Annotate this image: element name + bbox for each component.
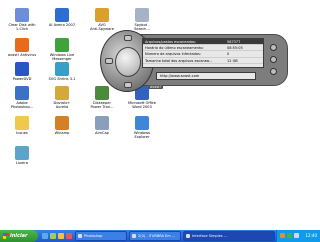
- desktop-icon-label: Microsoft Office Word 2003: [128, 101, 156, 110]
- stat-label: Arquivos/pastas escaneados:: [145, 40, 196, 44]
- stat-label: Horário do último escaneamento:: [145, 46, 204, 51]
- photoshop-icon: [78, 234, 82, 238]
- desktop-icon[interactable]: Adobe Photoshop...: [2, 86, 42, 109]
- avast-minimize-button[interactable]: [270, 44, 277, 51]
- app-icon: [55, 86, 69, 100]
- desktop-quicklaunch-icon[interactable]: [50, 233, 56, 239]
- stat-row: Tamanho total dos arquivos escanea... 12…: [143, 58, 263, 64]
- dvd-icon: [15, 62, 29, 76]
- avast-url-link[interactable]: http://www.avast.com: [156, 72, 256, 80]
- avast-widget[interactable]: avast! Arquivos/pastas escaneados: 58737…: [100, 30, 288, 92]
- folder-icon: [15, 116, 29, 130]
- desktop-icon-label: Windows Live Messenger: [49, 53, 75, 62]
- desktop-icon-label: PowerDVD: [12, 77, 32, 81]
- stat-value: 0: [227, 52, 230, 57]
- messenger-tray-icon[interactable]: [287, 233, 292, 238]
- photoshop-icon: [15, 86, 29, 100]
- task-label: Photoshop: [84, 234, 103, 238]
- dial-up-button[interactable]: [124, 35, 132, 41]
- desktop-icon-label: SVG Shrink 3.1: [48, 77, 76, 81]
- volume-tray-icon[interactable]: [294, 233, 299, 238]
- windows-logo-icon: [3, 233, 9, 239]
- stat-value: 12 GB: [227, 58, 238, 63]
- svg-icon: [55, 62, 69, 76]
- desktop-icon[interactable]: SVG Shrink 3.1: [42, 62, 82, 81]
- browser-icon: [132, 234, 136, 238]
- desktop-icon[interactable]: Windows Explorer: [122, 116, 162, 139]
- winamp-icon: [55, 116, 69, 130]
- desktop-icon[interactable]: PowerDVD: [2, 62, 42, 81]
- desktop-icon-label: Icones: [16, 131, 28, 135]
- avast-close-button[interactable]: [270, 68, 277, 75]
- taskbar-item-browser[interactable]: 2(0) - ITURBRA Em ...: [129, 231, 181, 241]
- avast-settings-button[interactable]: [270, 56, 277, 63]
- stat-value: 08:55:05: [227, 46, 243, 51]
- desktop-icon[interactable]: AimCap: [82, 116, 122, 135]
- taskbar-item-photoshop[interactable]: Photoshop: [75, 231, 127, 241]
- start-label: iniciar: [10, 233, 28, 239]
- stat-value: 587377: [227, 40, 241, 44]
- stat-label: Tamanho total dos arquivos escanea...: [145, 58, 213, 63]
- clear-disk-icon: [15, 8, 29, 22]
- avast-brand-label: avast!: [148, 85, 163, 89]
- avast-icon: [15, 38, 29, 52]
- app-icon: [55, 8, 69, 22]
- desktop-icon-label: Winamp: [54, 131, 70, 135]
- desktop-icon[interactable]: AVG Anti-Spyware: [82, 8, 122, 31]
- desktop-icon-label: Lixeira: [16, 161, 28, 165]
- task-label: Interface Simples ...: [192, 234, 228, 238]
- desktop-icon-label: Adobe Photoshop...: [10, 101, 34, 110]
- avast-tray-icon[interactable]: [280, 233, 285, 238]
- desktop-icon[interactable]: Lixeira: [2, 146, 42, 165]
- dial-left-button[interactable]: [105, 58, 113, 64]
- desktop-icon-label: Windows Explorer: [133, 131, 151, 140]
- desktop-icon[interactable]: Dovrolo+ Aurelia: [42, 86, 82, 109]
- avast-stats-panel: Arquivos/pastas escaneados: 587377 Horár…: [142, 38, 264, 68]
- folder-icon: [186, 234, 190, 238]
- desktop-icon[interactable]: AI Aveiro 2007: [42, 8, 82, 27]
- desktop-icon[interactable]: Windows Live Messenger: [42, 38, 82, 61]
- desktop-icon[interactable]: Icones: [2, 116, 42, 135]
- desktop-icon-label: Diskeeper Power Tran...: [90, 101, 114, 110]
- desktop-icon[interactable]: Clear Disk with 1-Click: [2, 8, 42, 31]
- desktop-icon[interactable]: Spybot - Search...: [122, 8, 162, 31]
- system-tray: 12:40: [276, 230, 320, 242]
- taskbar: iniciar Photoshop 2(0) - ITURBRA Em ... …: [0, 230, 320, 242]
- desktop-icon-label: avast! Antivirus: [7, 53, 37, 57]
- ie-quicklaunch-icon[interactable]: [42, 233, 48, 239]
- task-label: 2(0) - ITURBRA Em ...: [138, 234, 176, 238]
- desktop-icon[interactable]: avast! Antivirus: [2, 38, 42, 57]
- avg-icon: [95, 8, 109, 22]
- taskbar-item-interface[interactable]: Interface Simples ...: [183, 231, 275, 241]
- dial-down-button[interactable]: [124, 82, 132, 88]
- media-quicklaunch-icon[interactable]: [58, 233, 64, 239]
- app-quicklaunch-icon[interactable]: [66, 233, 72, 239]
- desktop-icon-label: AI Aveiro 2007: [48, 23, 76, 27]
- recycle-bin-icon: [15, 146, 29, 160]
- desktop-icon-label: AimCap: [95, 131, 109, 135]
- spybot-icon: [135, 8, 149, 22]
- stat-label: Número de arquivos infectados:: [145, 52, 201, 57]
- desktop-icon-label: Clear Disk with 1-Click: [8, 23, 36, 32]
- dial-center-button[interactable]: [115, 47, 141, 77]
- clock: 12:40: [305, 233, 317, 238]
- explorer-icon: [135, 116, 149, 130]
- start-button[interactable]: iniciar: [0, 230, 38, 242]
- desktop-icon-label: Dovrolo+ Aurelia: [53, 101, 71, 110]
- messenger-icon: [55, 38, 69, 52]
- desktop-icon[interactable]: Winamp: [42, 116, 82, 135]
- aimcap-icon: [95, 116, 109, 130]
